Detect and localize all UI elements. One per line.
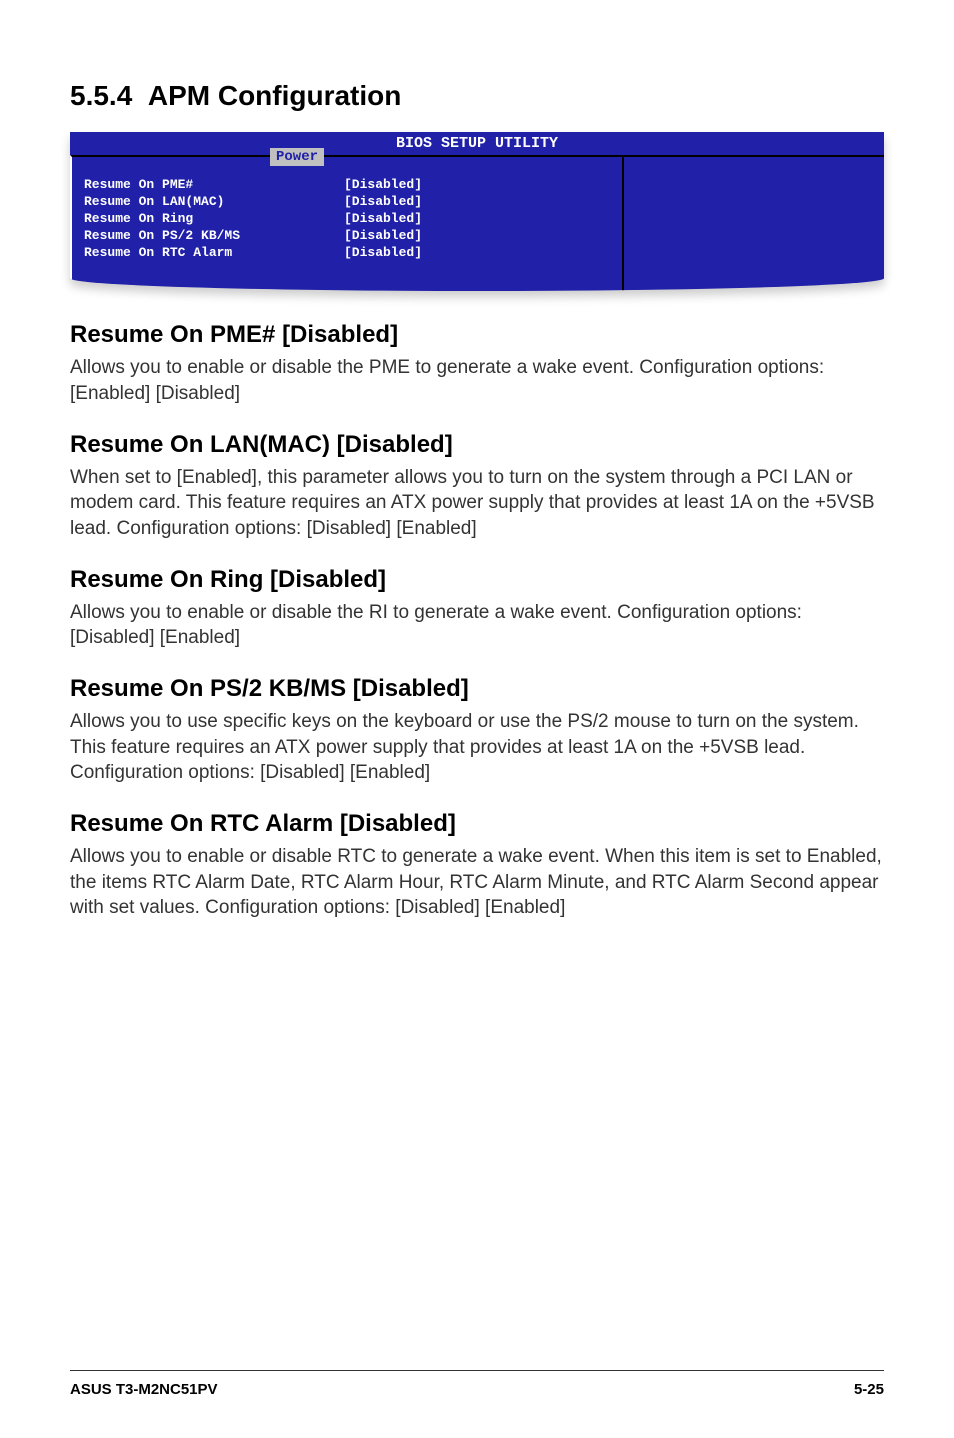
item-heading: Resume On RTC Alarm [Disabled] (70, 810, 884, 838)
bios-value: [Disabled] (344, 245, 610, 262)
bios-label: Resume On Ring (84, 211, 344, 228)
bios-window: BIOS SETUP UTILITY Power Resume On PME# … (70, 132, 884, 291)
bios-row: Resume On RTC Alarm [Disabled] (84, 245, 610, 262)
bios-right-panel (624, 155, 884, 291)
item-body: Allows you to enable or disable the PME … (70, 355, 884, 406)
bios-row: Resume On PME# [Disabled] (84, 177, 610, 194)
item-heading: Resume On PS/2 KB/MS [Disabled] (70, 675, 884, 703)
bios-label: Resume On LAN(MAC) (84, 194, 344, 211)
bios-value: [Disabled] (344, 194, 610, 211)
item-body: Allows you to enable or disable RTC to g… (70, 844, 884, 921)
item-heading: Resume On PME# [Disabled] (70, 321, 884, 349)
bios-value: [Disabled] (344, 228, 610, 245)
section-number: 5.5.4 (70, 80, 132, 111)
bios-row: Resume On PS/2 KB/MS [Disabled] (84, 228, 610, 245)
bios-value: [Disabled] (344, 211, 610, 228)
bios-tab-power: Power (270, 148, 324, 166)
bios-row: Resume On LAN(MAC) [Disabled] (84, 194, 610, 211)
bios-row: Resume On Ring [Disabled] (84, 211, 610, 228)
item-heading: Resume On LAN(MAC) [Disabled] (70, 431, 884, 459)
bios-header-text: BIOS SETUP UTILITY (396, 135, 558, 152)
item-body: Allows you to use specific keys on the k… (70, 709, 884, 786)
page-footer: ASUS T3-M2NC51PV 5-25 (70, 1370, 884, 1398)
bios-body: Resume On PME# [Disabled] Resume On LAN(… (70, 155, 884, 291)
section-title: 5.5.4 APM Configuration (70, 80, 884, 112)
item-body: Allows you to enable or disable the RI t… (70, 600, 884, 651)
bios-header: BIOS SETUP UTILITY Power (70, 132, 884, 155)
item-heading: Resume On Ring [Disabled] (70, 566, 884, 594)
footer-right: 5-25 (854, 1381, 884, 1398)
bios-left-panel: Resume On PME# [Disabled] Resume On LAN(… (70, 155, 624, 291)
section-heading: APM Configuration (148, 80, 402, 111)
item-body: When set to [Enabled], this parameter al… (70, 465, 884, 542)
footer-left: ASUS T3-M2NC51PV (70, 1381, 218, 1398)
bios-label: Resume On PS/2 KB/MS (84, 228, 344, 245)
bios-label: Resume On PME# (84, 177, 344, 194)
bios-label: Resume On RTC Alarm (84, 245, 344, 262)
bios-value: [Disabled] (344, 177, 610, 194)
